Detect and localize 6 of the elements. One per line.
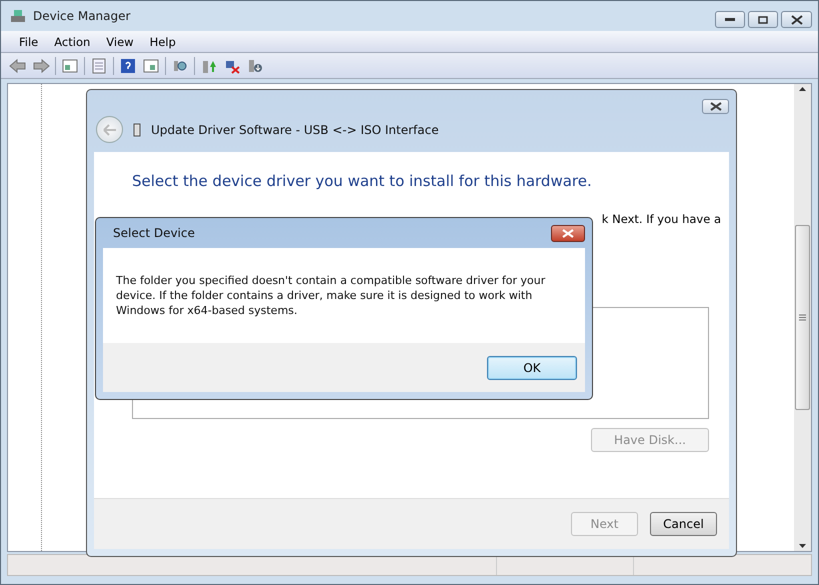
dialog-title: Select Device bbox=[113, 226, 195, 240]
instruction-text: k Next. If you have a bbox=[602, 212, 721, 226]
dialog-heading: Select the device driver you want to install for this hardware. bbox=[132, 172, 593, 190]
error-message: The folder you specified doesn't contain a compatible software driver for your device. If the folder contains a driver, make sure it is designed to work with Windows for x64-based systems. bbox=[116, 273, 546, 318]
dialog-title: Update Driver Software - USB <-> ISO Interface bbox=[151, 122, 439, 136]
window-title: Device Manager bbox=[33, 9, 130, 23]
